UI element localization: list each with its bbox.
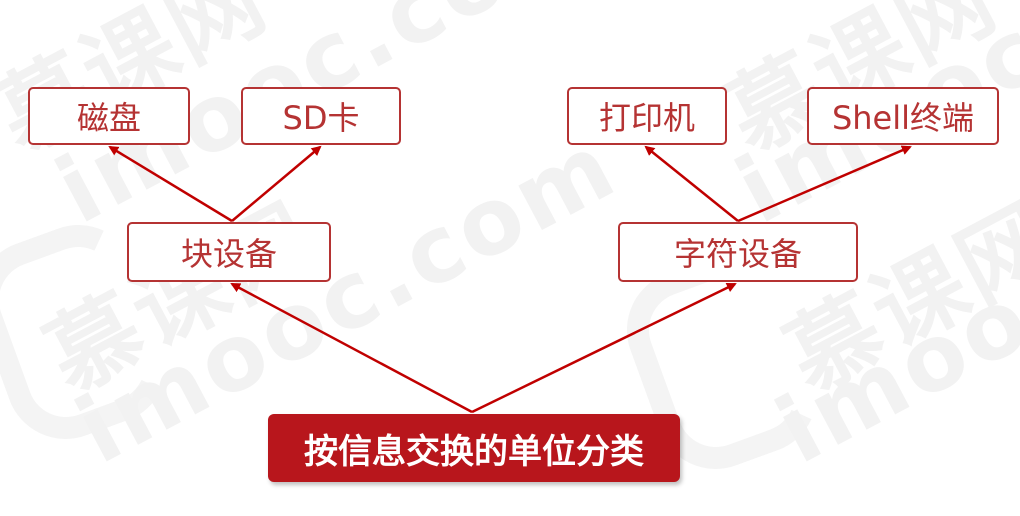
node-sdcard: SD卡 xyxy=(241,87,401,145)
arrow-char-to-printer xyxy=(644,145,739,222)
node-block-device: 块设备 xyxy=(127,222,331,282)
arrow-root-to-block-device xyxy=(230,282,473,414)
node-disk: 磁盘 xyxy=(28,87,190,145)
arrow-char-to-shell xyxy=(737,145,912,223)
node-shell-terminal: Shell终端 xyxy=(807,87,999,145)
arrow-root-to-char-device xyxy=(471,282,737,414)
arrow-block-to-disk xyxy=(108,145,233,223)
node-root-classification: 按信息交换的单位分类 xyxy=(268,414,680,482)
arrow-block-to-sdcard xyxy=(231,145,322,222)
node-char-device: 字符设备 xyxy=(618,222,858,282)
node-printer: 打印机 xyxy=(567,87,727,145)
